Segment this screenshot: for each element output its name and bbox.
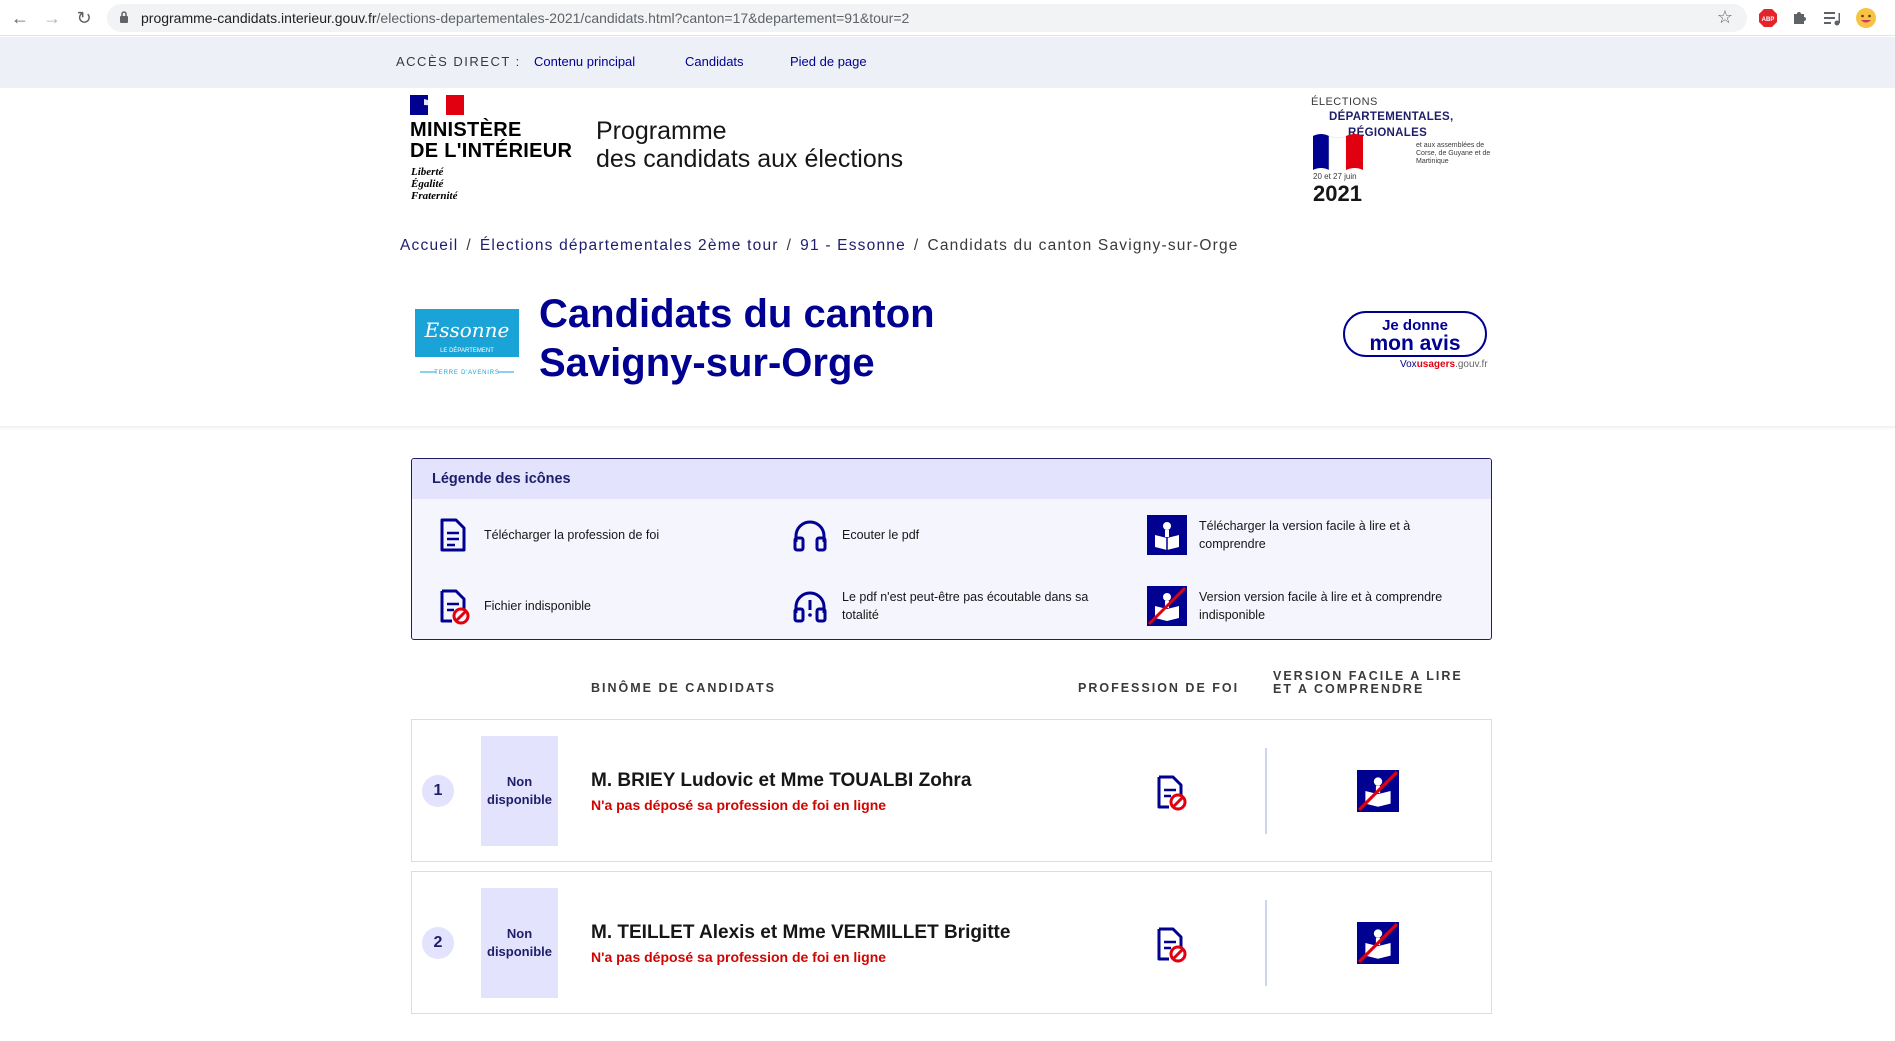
candidate-photo-placeholder: Non disponible xyxy=(481,736,558,846)
republic-motto: Liberté Égalité Fraternité xyxy=(411,166,457,202)
page-title-line2: Savigny-sur-Orge xyxy=(539,341,875,385)
photo-unavailable-line1: Non xyxy=(506,926,533,941)
elections-departementales: DÉPARTEMENTALES, xyxy=(1329,111,1454,123)
candidate-row: 2 Non disponible M. TEILLET Alexis et Mm… xyxy=(411,871,1492,1014)
breadcrumb-current: Candidats du canton Savigny-sur-Orge xyxy=(927,237,1239,254)
essonne-logo-tagline: TERRE D'AVENIRS xyxy=(434,370,499,376)
essonne-department-logo: Essonne LE DÉPARTEMENT TERRE D'AVENIRS xyxy=(415,309,519,376)
headphones-partial-icon xyxy=(793,591,827,623)
ministry-name-line1: MINISTÈRE xyxy=(410,119,522,141)
column-header-easy-read-line2: ET A COMPRENDRE xyxy=(1273,682,1425,696)
photo-unavailable-line2: disponible xyxy=(487,944,552,959)
elections-date: 20 et 27 juin xyxy=(1313,172,1357,181)
legend-text-listen-pdf: Ecouter le pdf xyxy=(842,528,920,542)
bookmark-star-icon[interactable]: ☆ xyxy=(1717,7,1733,28)
url-host: programme-candidats.interieur.gouv.fr xyxy=(141,10,377,26)
reload-icon[interactable]: ↻ xyxy=(74,8,94,28)
profile-avatar-icon[interactable] xyxy=(1855,7,1877,29)
browser-toolbar: ← → ↻ programme-candidats.interieur.gouv… xyxy=(0,0,1895,36)
back-arrow-icon[interactable]: ← xyxy=(10,8,30,28)
easy-read-unavailable-icon xyxy=(1147,586,1187,626)
vox-part1: Vox xyxy=(1400,359,1417,370)
essonne-logo-band: LE DÉPARTEMENT xyxy=(440,347,494,354)
photo-unavailable-line2: disponible xyxy=(487,792,552,807)
legend-text-download-profession: Télécharger la profession de foi xyxy=(484,528,660,542)
header-divider xyxy=(0,426,1895,430)
profession-status-warning: N'a pas déposé sa profession de foi en l… xyxy=(591,949,887,965)
candidate-number: 2 xyxy=(422,927,454,959)
ministry-name: MINISTÈRE DE L'INTÉRIEUR xyxy=(410,120,572,162)
page-title-line1: Candidats du canton xyxy=(539,292,935,336)
legend-text-file-unavailable: Fichier indisponible xyxy=(484,599,592,613)
give-feedback-button[interactable]: Je donne mon avis xyxy=(1343,311,1487,357)
motto-liberte: Liberté xyxy=(411,166,444,178)
marianne-flag-logo[interactable] xyxy=(410,95,464,115)
adblock-label: ABP xyxy=(1762,17,1775,23)
photo-unavailable-line1: Non xyxy=(506,774,533,789)
easy-read-icon xyxy=(1147,515,1187,555)
document-unavailable-icon xyxy=(1157,775,1187,811)
column-divider xyxy=(1265,748,1267,834)
url-path: /elections-departementales-2021/candidat… xyxy=(376,10,910,26)
legend-text-pdf-partially-listenable: Le pdf n'est peut-être pas écoutable dan… xyxy=(842,590,1089,622)
column-header-candidates: BINÔME DE CANDIDATS xyxy=(591,681,776,695)
elections-year: 2021 xyxy=(1313,181,1362,206)
breadcrumb-department[interactable]: 91 - Essonne xyxy=(800,237,906,254)
page-title: Candidats du canton Savigny-sur-Orge xyxy=(539,290,935,388)
service-title-line1: Programme xyxy=(596,117,727,145)
service-title-line2: des candidats aux élections xyxy=(596,145,904,173)
essonne-logo-text: Essonne xyxy=(424,318,510,342)
breadcrumb-home[interactable]: Accueil xyxy=(400,237,458,254)
skip-link-footer[interactable]: Pied de page xyxy=(790,54,867,69)
skip-links-label: ACCÈS DIRECT : xyxy=(396,54,521,69)
document-icon xyxy=(440,518,466,552)
motto-fraternite: Fraternité xyxy=(411,190,458,202)
skip-link-candidates[interactable]: Candidats xyxy=(685,54,744,69)
candidate-row: 1 Non disponible M. BRIEY Ludovic et Mme… xyxy=(411,719,1492,862)
lock-icon xyxy=(120,11,128,23)
breadcrumb-election[interactable]: Élections départementales 2ème tour xyxy=(480,237,779,254)
skip-links-bar: ACCÈS DIRECT : Contenu principal Candida… xyxy=(0,37,1895,88)
feedback-button-line2: mon avis xyxy=(1369,332,1461,355)
vox-part3: .gouv.fr xyxy=(1455,359,1488,370)
candidate-pair-name: M. TEILLET Alexis et Mme VERMILLET Brigi… xyxy=(591,922,1011,943)
legend-text-easy-read-unavailable: Version version facile à lire et à compr… xyxy=(1199,590,1443,622)
address-bar[interactable]: programme-candidats.interieur.gouv.fr/el… xyxy=(107,4,1747,32)
column-header-easy-read: VERSION FACILE A LIRE ET A COMPRENDRE xyxy=(1273,670,1463,696)
candidate-pair-name: M. BRIEY Ludovic et Mme TOUALBI Zohra xyxy=(591,770,972,791)
elections-2021-logo: ÉLECTIONS DÉPARTEMENTALES, RÉGIONALES et… xyxy=(1311,96,1491,206)
document-unavailable-icon xyxy=(440,589,470,625)
forward-arrow-icon[interactable]: → xyxy=(42,8,62,28)
breadcrumb-separator: / xyxy=(466,237,472,254)
column-header-profession: PROFESSION DE FOI xyxy=(1078,681,1240,695)
legend-header: Légende des icônes xyxy=(412,459,1491,499)
document-unavailable-icon xyxy=(1157,927,1187,963)
breadcrumb: Accueil / Élections départementales 2ème t… xyxy=(400,237,1239,255)
elections-label: ÉLECTIONS xyxy=(1311,96,1378,108)
easy-read-unavailable-icon xyxy=(1357,770,1399,812)
icon-legend-panel: Légende des icônes Télécharger la profes… xyxy=(411,458,1492,640)
breadcrumb-separator: / xyxy=(786,237,793,254)
candidate-photo-placeholder: Non disponible xyxy=(481,888,558,998)
url-text: programme-candidats.interieur.gouv.fr/el… xyxy=(141,10,909,26)
candidate-number: 1 xyxy=(422,775,454,807)
motto-egalite: Égalité xyxy=(411,178,444,190)
easy-read-unavailable-icon xyxy=(1357,922,1399,964)
skip-link-main-content[interactable]: Contenu principal xyxy=(534,54,635,69)
service-title[interactable]: Programme des candidats aux élections xyxy=(596,117,903,173)
ministry-name-line2: DE L'INTÉRIEUR xyxy=(410,140,573,162)
media-control-icon[interactable] xyxy=(1822,8,1842,28)
adblock-extension-icon[interactable]: ABP xyxy=(1758,8,1778,28)
column-divider xyxy=(1265,900,1267,986)
extensions-puzzle-icon[interactable] xyxy=(1790,8,1810,28)
elections-subtitle: et aux assemblées de Corse, de Guyane et… xyxy=(1416,142,1491,165)
waving-flag-icon xyxy=(1313,134,1363,170)
profession-status-warning: N'a pas déposé sa profession de foi en l… xyxy=(591,797,887,813)
voxusagers-brand: Voxusagers.gouv.fr xyxy=(1400,359,1488,370)
headphones-icon xyxy=(793,520,827,552)
vox-part2: usagers xyxy=(1416,359,1456,370)
breadcrumb-separator: / xyxy=(913,237,920,254)
legend-text-download-easy-read: Télécharger la version facile à lire et … xyxy=(1199,519,1411,551)
legend-title: Légende des icônes xyxy=(432,471,571,487)
